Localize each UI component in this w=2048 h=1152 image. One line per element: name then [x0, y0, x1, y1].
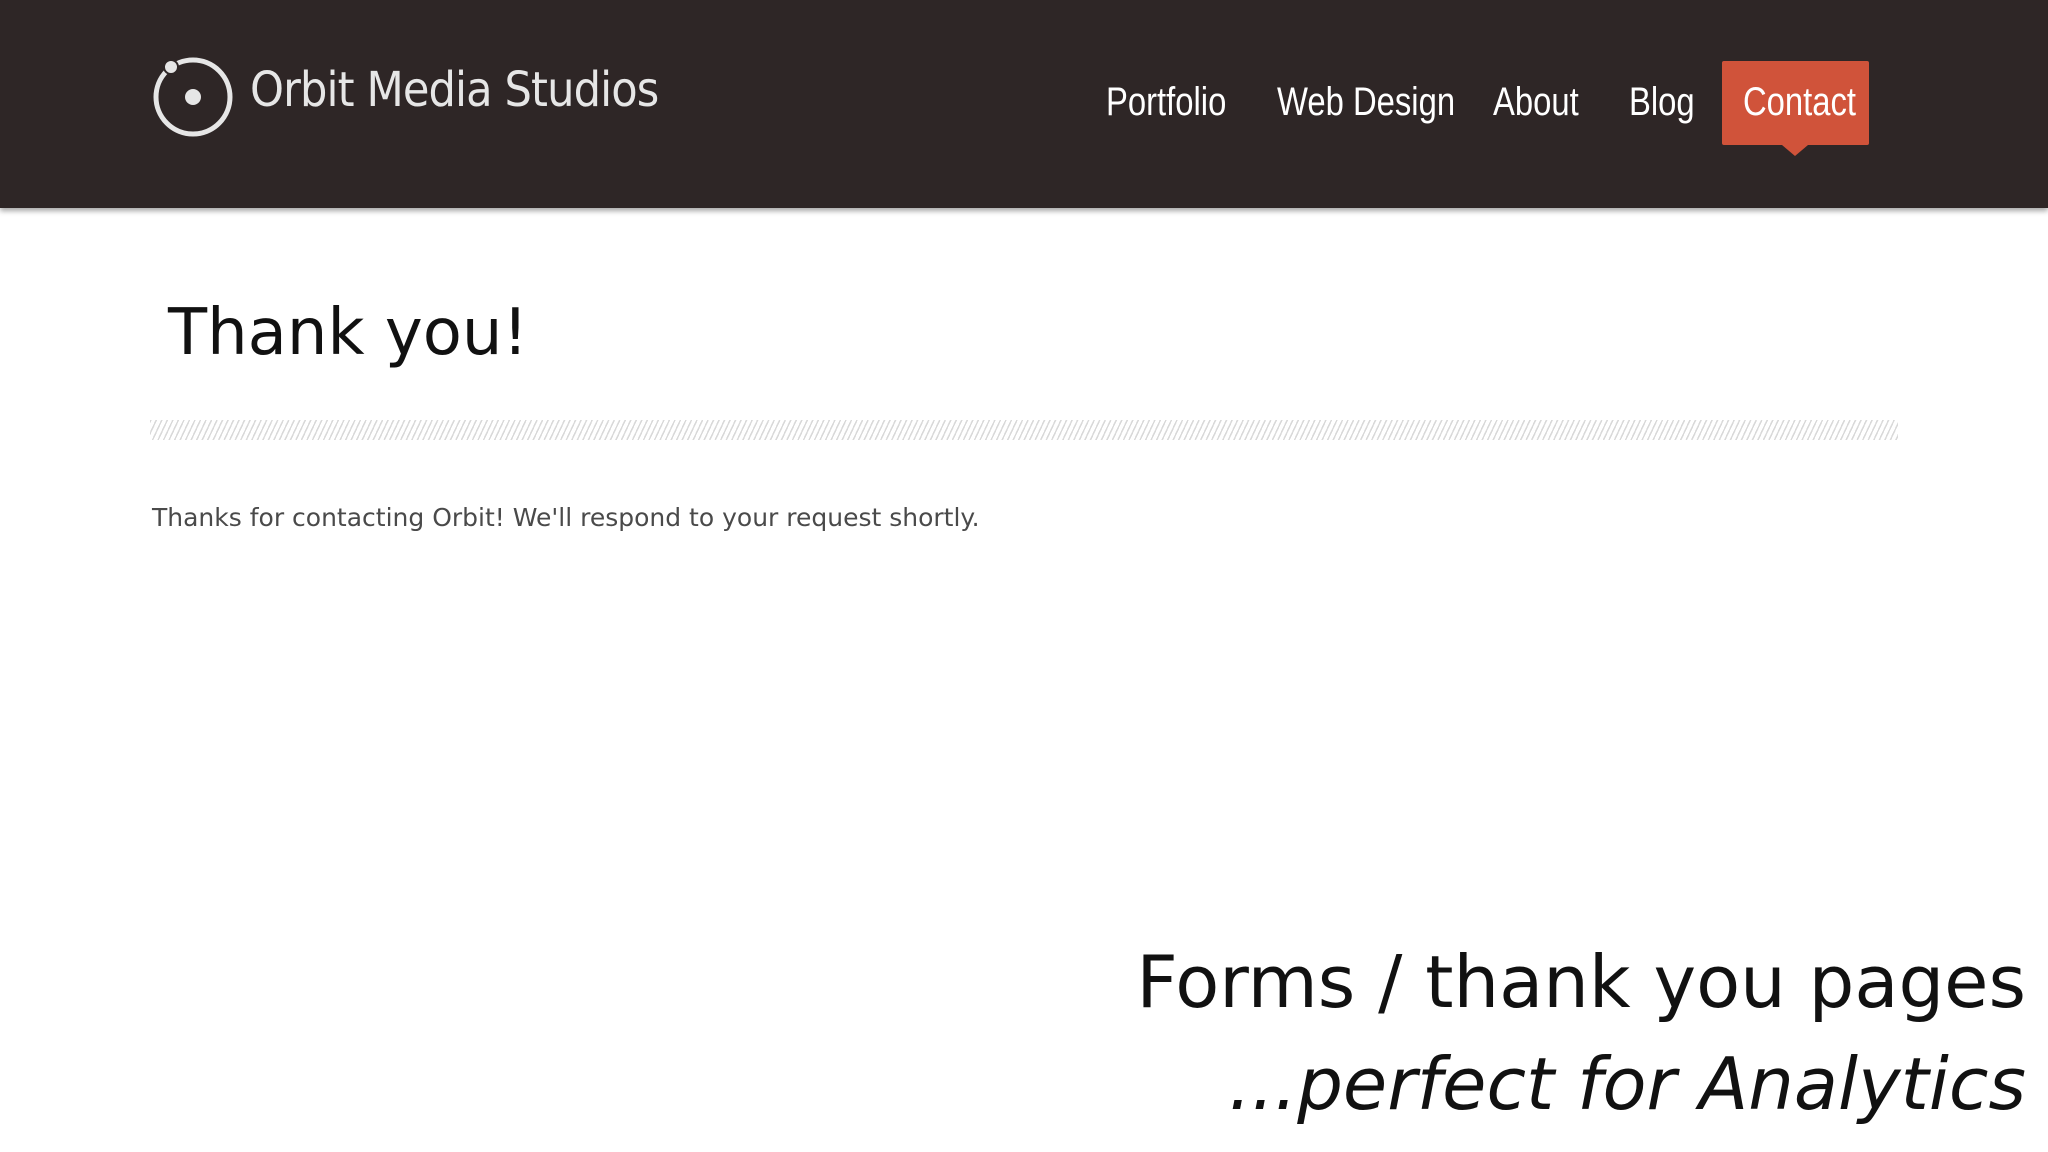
- logo-text[interactable]: Orbit Media Studios: [250, 62, 659, 118]
- nav-item-contact-label: Contact: [1743, 80, 1857, 124]
- slide-caption-heading: Forms / thank you pages: [1136, 940, 2026, 1024]
- confirmation-message: Thanks for contacting Orbit! We'll respo…: [152, 503, 980, 532]
- active-pointer-indicator: [1782, 145, 1808, 156]
- site-header: Orbit Media Studios Portfolio Web Design…: [0, 0, 2048, 208]
- nav-item-about[interactable]: About: [1493, 80, 1579, 125]
- nav-item-contact[interactable]: Contact: [1722, 61, 1869, 156]
- page-title: Thank you!: [168, 296, 529, 370]
- orbit-logo-icon[interactable]: [150, 54, 236, 140]
- nav-item-web-design[interactable]: Web Design: [1277, 80, 1455, 125]
- nav-item-blog[interactable]: Blog: [1629, 80, 1695, 125]
- nav-item-portfolio[interactable]: Portfolio: [1106, 80, 1226, 125]
- slide-caption-subheading: ...perfect for Analytics: [1228, 1042, 2026, 1126]
- hatched-divider: [150, 420, 1898, 440]
